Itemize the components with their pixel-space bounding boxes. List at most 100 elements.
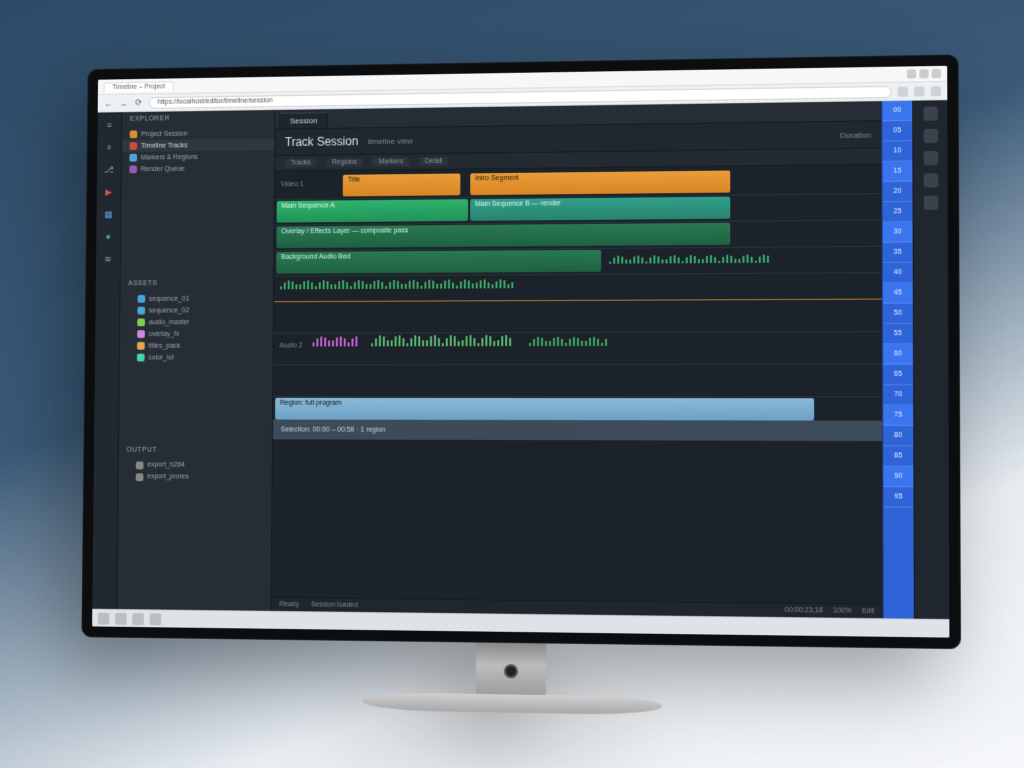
explorer-icon[interactable]: ≡: [103, 118, 116, 132]
ruler-tick[interactable]: 75: [883, 405, 913, 425]
timeline-canvas[interactable]: Video 1Video 2OverlayAudio 1Audio 2Marke…: [272, 165, 883, 604]
nav-forward-icon[interactable]: →: [119, 98, 129, 108]
ruler-tick[interactable]: 95: [883, 487, 913, 508]
breadcrumb-item[interactable]: Detail: [419, 157, 448, 166]
document-title: Track Session: [285, 134, 358, 149]
ruler-tick[interactable]: 40: [883, 263, 913, 283]
sidebar-item[interactable]: titles_pack: [120, 340, 273, 352]
sidebar-item[interactable]: export_prores: [118, 471, 271, 484]
file-icon: [129, 154, 137, 162]
sidebar-section-output: export_h264export_prores: [117, 457, 272, 611]
taskbar-app-icon[interactable]: [150, 613, 162, 625]
ruler-tick[interactable]: 20: [883, 182, 913, 203]
ruler-tick[interactable]: 65: [883, 365, 913, 385]
inspector-icon[interactable]: [923, 106, 938, 120]
settings-icon[interactable]: [923, 173, 938, 187]
ruler-tick[interactable]: 80: [883, 426, 913, 447]
file-icon: [137, 342, 145, 350]
menu-icon[interactable]: [931, 86, 941, 96]
sidebar-item[interactable]: overlay_fx: [120, 328, 273, 340]
gridline: [274, 331, 882, 334]
file-icon: [137, 295, 145, 303]
breadcrumb-item[interactable]: Tracks: [285, 158, 317, 167]
file-icon: [137, 354, 145, 362]
sidebar-item[interactable]: Render Queue: [122, 162, 274, 175]
sidebar-item[interactable]: sequence_01: [120, 293, 273, 305]
sidebar-item-label: Project Session: [141, 130, 187, 137]
ruler-tick[interactable]: 05: [882, 121, 912, 142]
clip-block[interactable]: Region: full program: [275, 398, 814, 421]
status-mode: Edit: [862, 608, 875, 615]
clip-block[interactable]: Background Audio Bed: [276, 250, 601, 274]
nav-back-icon[interactable]: ←: [103, 98, 113, 108]
track-label: Video 1: [281, 181, 304, 188]
ruler-tick[interactable]: 85: [883, 446, 913, 467]
ruler-tick[interactable]: 30: [883, 222, 913, 243]
search-icon[interactable]: ⌕: [102, 140, 115, 154]
file-icon: [130, 130, 138, 138]
clip-block[interactable]: Main Sequence A: [277, 199, 469, 222]
maximize-button[interactable]: [919, 69, 928, 78]
sidebar-item[interactable]: sequence_02: [120, 305, 273, 317]
clip-block[interactable]: Title: [343, 173, 461, 196]
ruler-tick[interactable]: 10: [882, 141, 912, 162]
nav-reload-icon[interactable]: ⟳: [134, 98, 144, 108]
layers-icon[interactable]: [923, 129, 938, 143]
taskbar-app-icon[interactable]: [132, 613, 144, 625]
help-icon[interactable]: [923, 196, 938, 210]
sidebar-item-label: color_lut: [148, 354, 173, 361]
sidebar-item-label: Render Queue: [141, 165, 185, 172]
close-button[interactable]: [932, 69, 941, 78]
time-ruler[interactable]: 0005101520253035404550556065707580859095: [881, 101, 914, 619]
source-control-icon[interactable]: ⎇: [102, 163, 115, 177]
ruler-tick[interactable]: 15: [882, 161, 912, 182]
ruler-tick[interactable]: 55: [883, 324, 913, 344]
file-icon: [136, 461, 144, 469]
status-position: 00:00:23;18: [785, 607, 823, 615]
waveform-ticks: [280, 278, 513, 289]
ruler-tick[interactable]: 00: [882, 101, 912, 122]
file-icon: [137, 319, 145, 327]
sidebar-item[interactable]: color_lut: [120, 352, 273, 364]
sidebar-item[interactable]: audio_master: [120, 316, 273, 328]
sidebar-item-label: sequence_02: [149, 307, 189, 314]
clip-block[interactable]: Intro Segment: [470, 170, 730, 195]
minimize-button[interactable]: [907, 69, 916, 78]
ruler-tick[interactable]: 90: [883, 467, 913, 488]
file-icon: [130, 142, 138, 150]
clip-block[interactable]: Main Sequence B — render: [470, 197, 730, 221]
ruler-tick[interactable]: 70: [883, 385, 913, 405]
breadcrumb-item[interactable]: Markers: [373, 157, 410, 166]
extension-icon[interactable]: [914, 86, 924, 96]
power-button-icon[interactable]: [504, 664, 518, 678]
timeline-icon[interactable]: ≋: [101, 252, 114, 266]
extension-icon[interactable]: [898, 86, 908, 96]
debug-icon[interactable]: ▶: [102, 185, 115, 199]
extensions-icon[interactable]: ▦: [102, 207, 115, 221]
sidebar-section-assets: sequence_01 sequence_02 audio_masteroverla…: [119, 291, 273, 443]
file-icon: [136, 473, 144, 481]
ruler-tick[interactable]: 50: [883, 303, 913, 323]
breadcrumb-item[interactable]: Regions: [326, 158, 363, 167]
history-icon[interactable]: [923, 151, 938, 165]
ruler-tick[interactable]: 60: [883, 344, 913, 364]
sidebar-item-label: titles_pack: [148, 343, 180, 350]
sidebar-section-tracks: Project SessionTimeline TracksMarkers & …: [121, 125, 275, 277]
file-icon: [129, 165, 137, 173]
ruler-tick[interactable]: 25: [883, 202, 913, 223]
gridline: [274, 299, 882, 303]
editor-tab[interactable]: Session: [279, 112, 328, 128]
document-subtitle: timeline view: [368, 136, 413, 145]
sidebar-item[interactable]: export_h264: [119, 459, 272, 471]
sidebar-item-label: Markers & Regions: [141, 153, 198, 161]
clip-block[interactable]: Overlay / Effects Layer — composite pass: [276, 223, 730, 248]
editor-main: Session Track Session timeline view Dura…: [272, 101, 883, 618]
browser-tab[interactable]: Timeline – Project: [104, 81, 174, 92]
ruler-tick[interactable]: 45: [883, 283, 913, 303]
ruler-tick[interactable]: 35: [883, 243, 913, 264]
waveform-ticks: [371, 336, 511, 346]
taskbar-app-icon[interactable]: [115, 612, 127, 624]
start-icon[interactable]: [98, 612, 110, 624]
status-zoom[interactable]: 100%: [833, 607, 852, 614]
record-icon[interactable]: ●: [101, 230, 114, 244]
